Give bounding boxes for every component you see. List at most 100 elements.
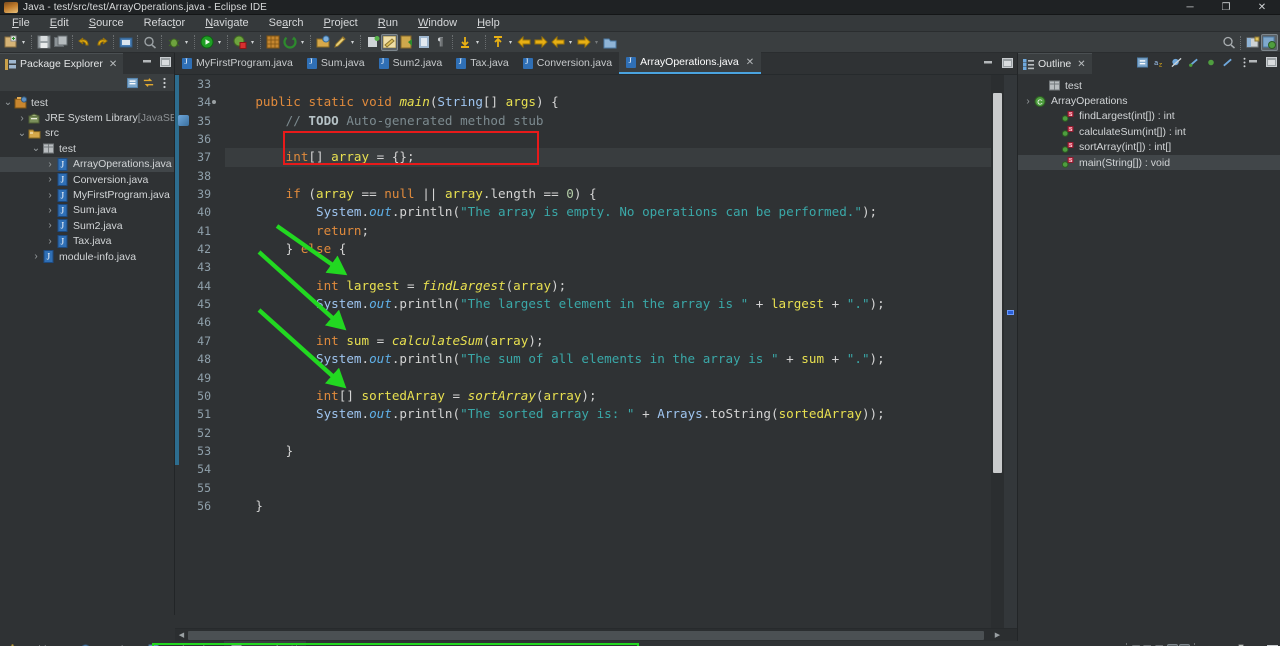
search-icon[interactable] xyxy=(141,34,158,51)
tree-item[interactable]: › J Sum2.java xyxy=(0,218,174,233)
next-annotation-icon[interactable] xyxy=(456,34,473,51)
code-line[interactable] xyxy=(225,479,1017,497)
editor-vertical-scrollbar[interactable] xyxy=(991,75,1004,628)
outline-tree[interactable]: test › C ArrayOperations SfindLargest(int[])… xyxy=(1018,74,1280,641)
code-line[interactable] xyxy=(225,369,1017,387)
console-panel-tab[interactable]: Problems xyxy=(0,641,73,646)
editor-vertical-scroll-thumb[interactable] xyxy=(993,93,1002,473)
hide-static-icon[interactable] xyxy=(1188,57,1199,68)
minimize-window-button[interactable]: ─ xyxy=(1172,0,1208,15)
previous-annotation-icon[interactable] xyxy=(489,34,506,51)
close-icon[interactable]: ✕ xyxy=(746,57,754,68)
save-all-icon[interactable] xyxy=(52,34,69,51)
code-line[interactable]: // TODO Auto-generated method stub xyxy=(225,112,1017,130)
debug-dropdown-icon[interactable]: ▾ xyxy=(182,34,191,51)
scroll-right-icon[interactable]: ▶ xyxy=(991,631,1004,639)
menu-project[interactable]: Project xyxy=(314,15,368,32)
tree-item[interactable]: › J Tax.java xyxy=(0,234,174,249)
tree-item[interactable]: ⌄ test xyxy=(0,95,174,110)
chevron-right-icon[interactable]: › xyxy=(30,251,42,262)
chevron-right-icon[interactable]: › xyxy=(1022,96,1034,107)
editor-tab[interactable]: ArrayOperations.java ✕ xyxy=(619,52,762,74)
chevron-right-icon[interactable]: › xyxy=(44,220,56,231)
close-icon[interactable]: ✕ xyxy=(109,59,117,70)
chevron-down-icon[interactable]: ⌄ xyxy=(16,128,28,139)
code-line[interactable]: System.out.println("The sorted array is:… xyxy=(225,405,1017,423)
console-panel-tab[interactable]: @Javadoc xyxy=(73,641,141,646)
open-task-icon[interactable] xyxy=(398,34,415,51)
code-line[interactable]: int[] sortedArray = sortArray(array); xyxy=(225,387,1017,405)
maximize-window-button[interactable]: ❐ xyxy=(1208,0,1244,15)
open-perspective-icon[interactable] xyxy=(1244,34,1261,51)
external-tools-icon[interactable] xyxy=(281,34,298,51)
tree-item[interactable]: › J ArrayOperations.java xyxy=(0,156,174,172)
prev-edit-icon[interactable] xyxy=(549,34,566,51)
editor-tab[interactable]: MyFirstProgram.java xyxy=(175,52,300,74)
menu-search[interactable]: Search xyxy=(259,15,314,32)
editor-tab[interactable]: Sum2.java xyxy=(371,52,450,74)
close-icon[interactable]: ✕ xyxy=(1077,59,1085,70)
code-line[interactable] xyxy=(225,313,1017,331)
code-line[interactable]: return; xyxy=(225,222,1017,240)
code-line[interactable]: if (array == null || array.length == 0) … xyxy=(225,185,1017,203)
folding-marker-icon[interactable] xyxy=(212,100,216,105)
code-line[interactable]: int sum = calculateSum(array); xyxy=(225,332,1017,350)
editor-tab[interactable]: Tax.java xyxy=(449,52,516,74)
prev-edit-dropdown-icon[interactable]: ▾ xyxy=(566,34,575,51)
run-icon[interactable] xyxy=(198,34,215,51)
editor-tab[interactable]: Conversion.java xyxy=(515,52,620,74)
display-console-dropdown-icon[interactable]: ▾ xyxy=(1223,641,1232,646)
menu-file[interactable]: File xyxy=(2,15,40,32)
print-icon[interactable] xyxy=(117,34,134,51)
coverage-icon[interactable] xyxy=(231,34,248,51)
toggle-markers-icon[interactable] xyxy=(364,34,381,51)
editor-minimize-icon[interactable] xyxy=(982,57,993,68)
menu-run[interactable]: Run xyxy=(368,15,408,32)
tree-item[interactable]: › J MyFirstProgram.java xyxy=(0,187,174,202)
run-dropdown-icon[interactable]: ▾ xyxy=(215,34,224,51)
code-line[interactable]: int largest = findLargest(array); xyxy=(225,277,1017,295)
link-with-editor-icon[interactable] xyxy=(143,77,154,88)
menu-refactor[interactable]: Refactor xyxy=(134,15,196,32)
code-line[interactable]: System.out.println("The array is empty. … xyxy=(225,203,1017,221)
menu-window[interactable]: Window xyxy=(408,15,467,32)
minimize-icon[interactable] xyxy=(1247,56,1258,67)
menu-edit[interactable]: Edit xyxy=(40,15,79,32)
new-wizard-icon[interactable] xyxy=(2,34,19,51)
close-window-button[interactable]: ✕ xyxy=(1244,0,1280,15)
view-menu-icon[interactable] xyxy=(159,77,170,88)
editor-horizontal-scrollbar[interactable]: ◀ ▶ xyxy=(175,628,1017,641)
coverage-dropdown-icon[interactable]: ▾ xyxy=(248,34,257,51)
menu-source[interactable]: Source xyxy=(79,15,134,32)
chevron-right-icon[interactable]: › xyxy=(44,174,56,185)
tab-outline[interactable]: Outline ✕ xyxy=(1018,53,1092,74)
tree-item[interactable]: ScalculateSum(int[]) : int xyxy=(1018,124,1280,139)
chevron-right-icon[interactable]: › xyxy=(16,113,28,124)
next-edit-icon[interactable] xyxy=(575,34,592,51)
tree-item[interactable]: ⌄ src xyxy=(0,126,174,141)
tree-item[interactable]: Smain(String[]) : void xyxy=(1018,154,1280,171)
console-tabrow[interactable]: Problems@JavadocDeclarationConsole✕ ▾ ▾ xyxy=(0,641,1280,646)
scroll-left-icon[interactable]: ◀ xyxy=(175,631,188,639)
pencil-icon[interactable] xyxy=(331,34,348,51)
tree-item[interactable]: › Jmodule-info.java xyxy=(0,249,174,264)
hide-fields-icon[interactable] xyxy=(1171,57,1182,68)
maximize-icon[interactable] xyxy=(160,56,171,67)
source-code[interactable]: public static void main(String[] args) {… xyxy=(217,75,1017,515)
previous-annotation-dropdown-icon[interactable]: ▾ xyxy=(506,34,515,51)
open-type-icon[interactable] xyxy=(314,34,331,51)
todo-task-marker-icon[interactable] xyxy=(178,114,189,126)
chevron-down-icon[interactable]: ⌄ xyxy=(2,97,14,108)
next-annotation-dropdown-icon[interactable]: ▾ xyxy=(473,34,482,51)
menu-navigate[interactable]: Navigate xyxy=(195,15,258,32)
overview-ruler-marker[interactable] xyxy=(1007,310,1014,315)
code-line[interactable]: } xyxy=(225,442,1017,460)
chevron-right-icon[interactable]: › xyxy=(44,159,56,170)
tree-item[interactable]: › JRE System Library [JavaSE-22] xyxy=(0,110,174,125)
tree-item[interactable]: SfindLargest(int[]) : int xyxy=(1018,109,1280,124)
tree-item[interactable]: SsortArray(int[]) : int[] xyxy=(1018,140,1280,155)
editor-horizontal-scroll-thumb[interactable] xyxy=(188,631,984,640)
tree-item[interactable]: test xyxy=(1018,78,1280,93)
external-tools-dropdown-icon[interactable]: ▾ xyxy=(298,34,307,51)
editor-overview-ruler[interactable] xyxy=(1004,75,1017,628)
